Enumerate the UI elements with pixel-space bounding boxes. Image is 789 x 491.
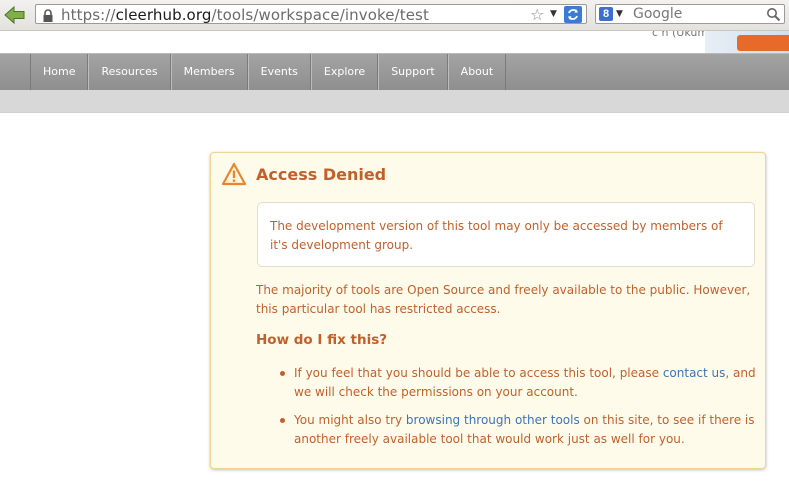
nav-label[interactable]: Resources <box>89 54 169 89</box>
bookmark-star-icon[interactable]: ☆ <box>530 5 544 24</box>
nav-label[interactable]: Members <box>172 54 247 89</box>
header-banner-image <box>705 31 789 53</box>
access-denied-alert: Access Denied The development version of… <box>210 152 766 469</box>
url-text: https://cleerhub.org/tools/workspace/inv… <box>61 6 429 24</box>
nav-item-events[interactable]: Events <box>247 54 311 90</box>
restriction-paragraph: The majority of tools are Open Source an… <box>256 283 751 316</box>
lock-icon <box>42 8 54 22</box>
nav-label[interactable]: Explore <box>312 54 377 89</box>
nav-item-support[interactable]: Support <box>378 54 448 90</box>
alert-title: Access Denied <box>256 165 387 184</box>
item-text: You might also try <box>294 413 406 427</box>
browse-tools-link[interactable]: browsing through other tools <box>406 413 580 427</box>
fix-list: If you feel that you should be able to a… <box>279 364 759 458</box>
reload-icon[interactable] <box>564 6 582 23</box>
browser-toolbar: https://cleerhub.org/tools/workspace/inv… <box>0 0 789 31</box>
item-text: If you feel that you should be able to a… <box>294 366 663 380</box>
url-path: /tools/workspace/invoke/test <box>211 6 429 24</box>
address-bar[interactable]: https://cleerhub.org/tools/workspace/inv… <box>35 4 587 24</box>
site-header: c n (Ukumb) <box>0 31 789 53</box>
nav-label[interactable]: Home <box>31 54 87 89</box>
search-placeholder: Google <box>633 6 683 22</box>
fix-heading: How do I fix this? <box>256 332 388 348</box>
nav-item-explore[interactable]: Explore <box>310 54 379 90</box>
sub-nav-bar <box>0 90 789 113</box>
list-item: You might also try browsing through othe… <box>279 411 759 449</box>
nav-item-members[interactable]: Members <box>170 54 248 90</box>
warning-icon <box>221 162 247 186</box>
back-arrow-icon[interactable] <box>2 3 28 27</box>
nav-item-resources[interactable]: Resources <box>88 54 171 90</box>
notice-text: The development version of this tool may… <box>270 219 723 252</box>
nav-label[interactable]: About <box>449 54 506 89</box>
search-engine-dropdown-icon[interactable]: ▼ <box>616 9 623 19</box>
nav-item-home[interactable]: Home <box>30 54 89 90</box>
search-icon[interactable] <box>766 7 781 22</box>
notice-box: The development version of this tool may… <box>257 202 755 267</box>
nav-item-about[interactable]: About <box>447 54 507 90</box>
url-prefix: https:// <box>61 6 116 24</box>
history-dropdown-icon[interactable]: ▼ <box>550 9 557 19</box>
url-domain: cleerhub.org <box>115 6 212 24</box>
contact-us-link[interactable]: contact us <box>663 366 726 380</box>
search-bar[interactable]: 8 ▼ Google <box>595 4 785 24</box>
search-engine-icon[interactable]: 8 <box>599 7 613 21</box>
nav-label[interactable]: Events <box>249 54 310 89</box>
nav-label[interactable]: Support <box>379 54 446 89</box>
list-item: If you feel that you should be able to a… <box>279 364 759 402</box>
main-nav: Home Resources Members Events Explore Su… <box>0 53 789 90</box>
